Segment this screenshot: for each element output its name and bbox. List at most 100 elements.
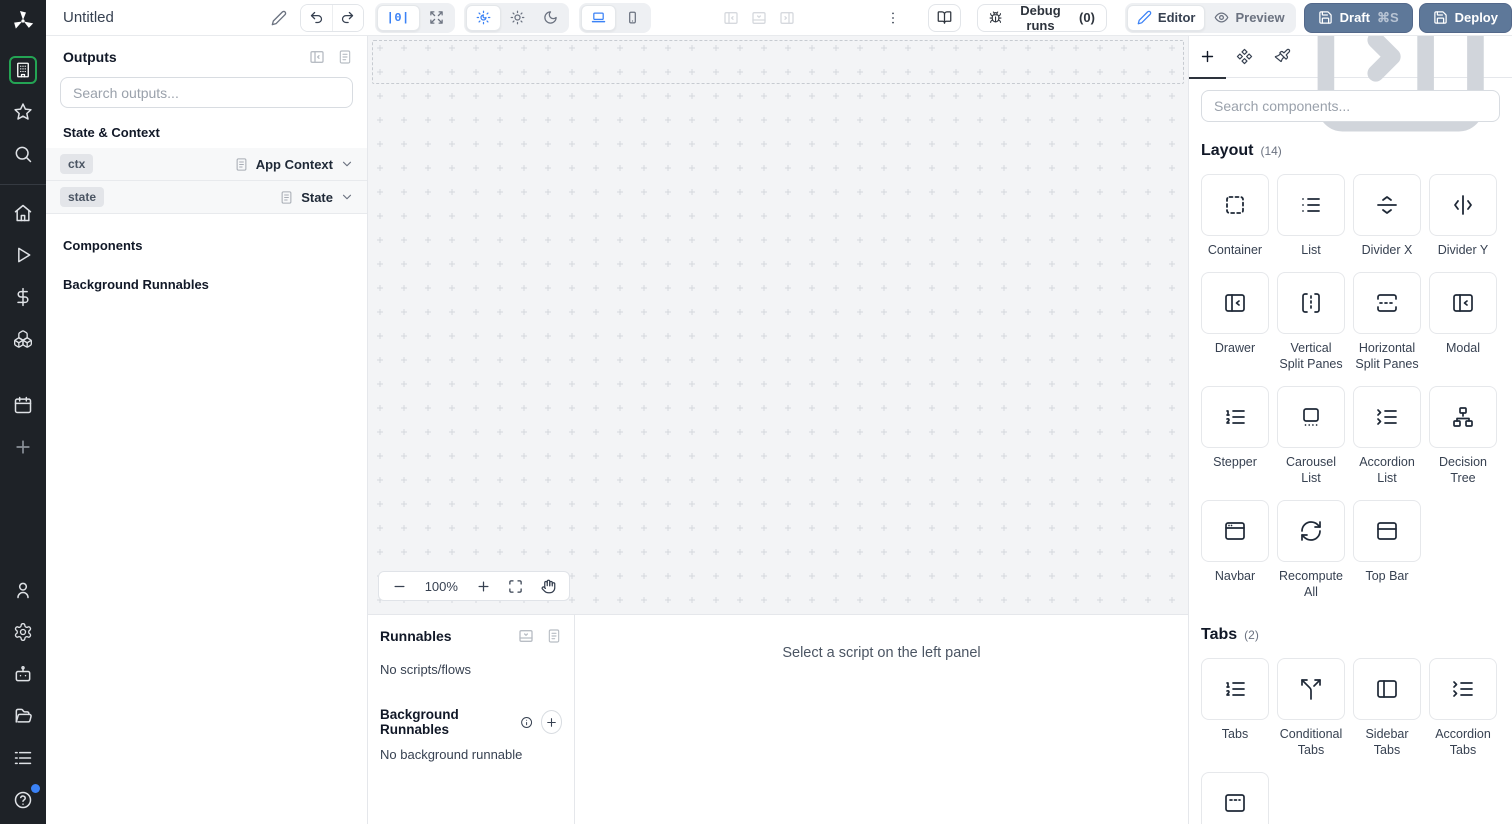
redo-button[interactable] bbox=[331, 4, 363, 31]
rail-item-star[interactable] bbox=[9, 98, 37, 126]
runnables-empty-text: No scripts/flows bbox=[380, 662, 472, 677]
list-collapse-icon bbox=[1451, 677, 1475, 701]
component-label: Accordion Tabs bbox=[1435, 727, 1491, 757]
tab-styling[interactable] bbox=[1263, 36, 1300, 78]
component-card-list[interactable] bbox=[1277, 174, 1345, 236]
component-cell: Conditional Tabs bbox=[1277, 658, 1345, 758]
component-card-sidebar-tabs[interactable] bbox=[1353, 658, 1421, 720]
component-cell: Carousel List bbox=[1277, 386, 1345, 486]
collapse-outputs-icon[interactable] bbox=[309, 49, 325, 65]
component-card-carousel-list[interactable] bbox=[1277, 386, 1345, 448]
component-card-window-dashed[interactable] bbox=[1201, 772, 1269, 824]
components-heading[interactable]: Components bbox=[46, 214, 367, 253]
editor-tab[interactable]: Editor bbox=[1126, 4, 1206, 31]
component-card-divider-y[interactable] bbox=[1429, 174, 1497, 236]
redo-icon bbox=[340, 10, 355, 25]
theme-auto-button[interactable] bbox=[465, 4, 501, 31]
component-card-top-bar[interactable] bbox=[1353, 500, 1421, 562]
laptop-icon bbox=[591, 10, 606, 25]
full-width-toggle[interactable] bbox=[420, 5, 453, 31]
preview-tab[interactable]: Preview bbox=[1205, 5, 1293, 31]
pan-mode-button[interactable] bbox=[541, 579, 556, 594]
component-card-navbar[interactable] bbox=[1201, 500, 1269, 562]
canvas[interactable]: 100% bbox=[368, 36, 1188, 614]
fixed-width-toggle[interactable]: |0| bbox=[376, 4, 420, 31]
component-label: Horizontal Split Panes bbox=[1355, 341, 1419, 371]
mobile-view-button[interactable] bbox=[616, 5, 649, 31]
script-editor-area: Select a script on the left panel bbox=[575, 615, 1188, 824]
panel-bottom-toggle-icon[interactable] bbox=[751, 10, 767, 26]
list-comp-icon bbox=[1299, 193, 1323, 217]
collapse-runnables-icon[interactable] bbox=[518, 628, 534, 644]
rail-item-search[interactable] bbox=[9, 140, 37, 168]
docs-button[interactable] bbox=[928, 3, 961, 32]
debug-runs-button[interactable]: Debug runs (0) bbox=[976, 3, 1107, 33]
theme-dark-button[interactable] bbox=[534, 5, 567, 31]
app-title: Untitled bbox=[63, 8, 114, 26]
panel-left-toggle-icon[interactable] bbox=[723, 10, 739, 26]
component-label: Container bbox=[1207, 243, 1263, 257]
chevron-down-icon[interactable] bbox=[340, 157, 354, 171]
search-outputs-input[interactable] bbox=[60, 77, 353, 108]
zoom-in-button[interactable] bbox=[476, 579, 491, 594]
tab-component-settings[interactable] bbox=[1226, 36, 1263, 78]
component-card-decision-tree[interactable] bbox=[1429, 386, 1497, 448]
component-cell: Divider X bbox=[1353, 174, 1421, 258]
fit-view-button[interactable] bbox=[508, 579, 523, 594]
rail-item-dollar[interactable] bbox=[9, 283, 37, 311]
rename-button[interactable] bbox=[267, 4, 292, 32]
info-icon[interactable] bbox=[520, 715, 533, 730]
rail-item-settings[interactable] bbox=[9, 618, 37, 646]
rail-item-folder-open[interactable] bbox=[9, 702, 37, 730]
rail-item-home[interactable] bbox=[9, 199, 37, 227]
component-cell: Accordion List bbox=[1353, 386, 1421, 486]
rail-item-bot[interactable] bbox=[9, 660, 37, 688]
theme-group bbox=[463, 2, 569, 33]
outputs-doc-icon[interactable] bbox=[337, 49, 353, 65]
bot-icon bbox=[13, 664, 33, 684]
rail-item-play[interactable] bbox=[9, 241, 37, 269]
theme-light-button[interactable] bbox=[501, 5, 534, 31]
component-card-container[interactable] bbox=[1201, 174, 1269, 236]
canvas-drop-zone[interactable] bbox=[372, 40, 1184, 84]
add-background-runnable-button[interactable] bbox=[540, 710, 562, 734]
component-card-drawer[interactable] bbox=[1201, 272, 1269, 334]
deploy-button[interactable]: Deploy bbox=[1418, 2, 1512, 33]
draft-button[interactable]: Draft ⌘S bbox=[1303, 2, 1413, 33]
rail-item-boxes[interactable] bbox=[9, 325, 37, 353]
component-card-horizontal-split-panes[interactable] bbox=[1353, 272, 1421, 334]
undo-button[interactable] bbox=[301, 4, 332, 31]
rail-item-calendar[interactable] bbox=[9, 391, 37, 419]
panel-right-toggle-icon[interactable] bbox=[779, 10, 795, 26]
ctx-row[interactable]: ctx App Context bbox=[46, 148, 367, 181]
rail-item-building[interactable] bbox=[9, 56, 37, 84]
plus-icon bbox=[545, 716, 558, 729]
chevron-down-icon[interactable] bbox=[340, 190, 354, 204]
windmill-logo-icon[interactable] bbox=[0, 0, 46, 42]
boxes-icon bbox=[13, 329, 33, 349]
component-card-vertical-split-panes[interactable] bbox=[1277, 272, 1345, 334]
component-card-conditional-tabs[interactable] bbox=[1277, 658, 1345, 720]
tab-insert-component[interactable] bbox=[1189, 36, 1227, 79]
state-row[interactable]: state State bbox=[46, 181, 367, 214]
runnables-doc-icon[interactable] bbox=[546, 628, 562, 644]
component-card-stepper[interactable] bbox=[1201, 386, 1269, 448]
component-card-accordion-list[interactable] bbox=[1353, 386, 1421, 448]
rail-item-plus[interactable] bbox=[9, 433, 37, 461]
moon-icon bbox=[543, 10, 558, 25]
component-card-modal[interactable] bbox=[1429, 272, 1497, 334]
search-components-input[interactable] bbox=[1201, 90, 1500, 122]
component-card-accordion-tabs[interactable] bbox=[1429, 658, 1497, 720]
component-cell: Navbar bbox=[1201, 500, 1269, 600]
zoom-out-button[interactable] bbox=[392, 579, 407, 594]
component-card-tabs[interactable] bbox=[1201, 658, 1269, 720]
expand-icon bbox=[429, 10, 444, 25]
background-runnables-heading[interactable]: Background Runnables bbox=[46, 253, 367, 292]
rail-item-list[interactable] bbox=[9, 744, 37, 772]
component-card-divider-x[interactable] bbox=[1353, 174, 1421, 236]
component-card-recompute-all[interactable] bbox=[1277, 500, 1345, 562]
rail-item-user[interactable] bbox=[9, 576, 37, 604]
desktop-view-button[interactable] bbox=[580, 4, 616, 31]
more-menu-button[interactable] bbox=[881, 4, 906, 32]
help-button[interactable] bbox=[9, 784, 40, 814]
